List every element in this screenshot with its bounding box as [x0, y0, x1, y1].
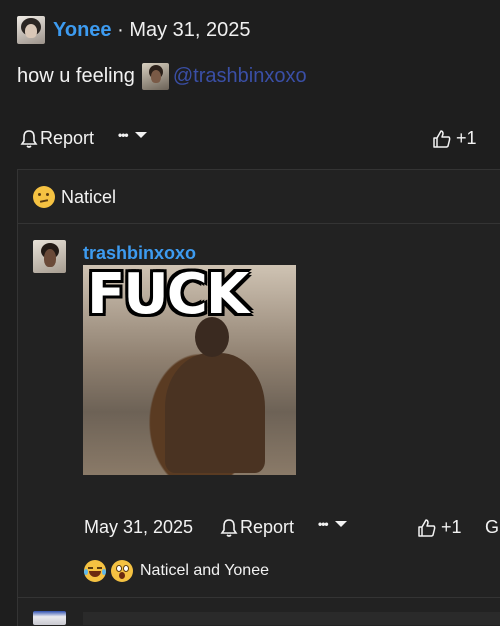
reply-report-button[interactable]: Report — [220, 517, 294, 538]
thumbs-up-icon — [418, 518, 436, 537]
reply-report-label: Report — [240, 517, 295, 537]
astonished-emoji — [111, 560, 133, 582]
reply-reactions-text: Naticel and Yonee — [140, 562, 269, 579]
author-link[interactable]: Yonee — [53, 19, 112, 41]
more-dots-icon: ••• — [318, 517, 329, 531]
reply-reactions-row[interactable]: Naticel and Yonee — [84, 560, 269, 582]
reaction-summary-row[interactable]: Naticel — [33, 186, 116, 208]
mention-avatar — [141, 63, 169, 90]
panel-divider — [17, 223, 500, 224]
avatar-trashbinxoxo[interactable] — [33, 240, 66, 273]
gif-figure — [165, 353, 265, 473]
bell-icon — [20, 129, 38, 148]
reply-extra-action[interactable]: G — [485, 517, 499, 538]
panel-divider-bottom — [17, 597, 500, 598]
report-button[interactable]: Report — [20, 128, 94, 149]
avatar-next[interactable] — [33, 611, 66, 625]
reply-more-menu-button[interactable]: ••• — [318, 517, 348, 531]
thinking-emoji — [33, 186, 55, 208]
reply-like-count: +1 — [441, 517, 462, 537]
like-count: +1 — [456, 128, 477, 148]
post-header: Yonee · May 31, 2025 — [53, 19, 251, 42]
reply-date[interactable]: May 31, 2025 — [84, 517, 193, 538]
next-reply-box — [83, 612, 500, 625]
post-text: how u feeling — [17, 65, 135, 87]
chevron-down-icon — [134, 132, 147, 138]
reply-like-button[interactable]: +1 — [417, 517, 462, 538]
bell-icon — [220, 518, 238, 537]
chevron-down-icon — [334, 521, 347, 527]
laughing-crying-emoji — [84, 560, 106, 582]
mention-link[interactable]: @trashbinxoxo — [173, 65, 307, 88]
gif-caption: FUCK — [87, 265, 249, 327]
reactor-name: Naticel — [61, 186, 117, 207]
separator: · — [117, 19, 124, 41]
reply-author[interactable]: trashbinxoxo — [83, 243, 196, 264]
post-date[interactable]: May 31, 2025 — [129, 19, 250, 41]
thumbs-up-icon — [433, 129, 451, 148]
like-button[interactable]: +1 — [432, 128, 477, 149]
post-body: how u feeling @trashbinxoxo — [17, 63, 307, 90]
more-menu-button[interactable]: ••• — [118, 128, 148, 142]
avatar-yonee[interactable] — [17, 16, 45, 44]
reply-gif[interactable]: FUCK — [83, 265, 296, 475]
more-dots-icon: ••• — [118, 128, 129, 142]
report-label: Report — [40, 128, 95, 148]
